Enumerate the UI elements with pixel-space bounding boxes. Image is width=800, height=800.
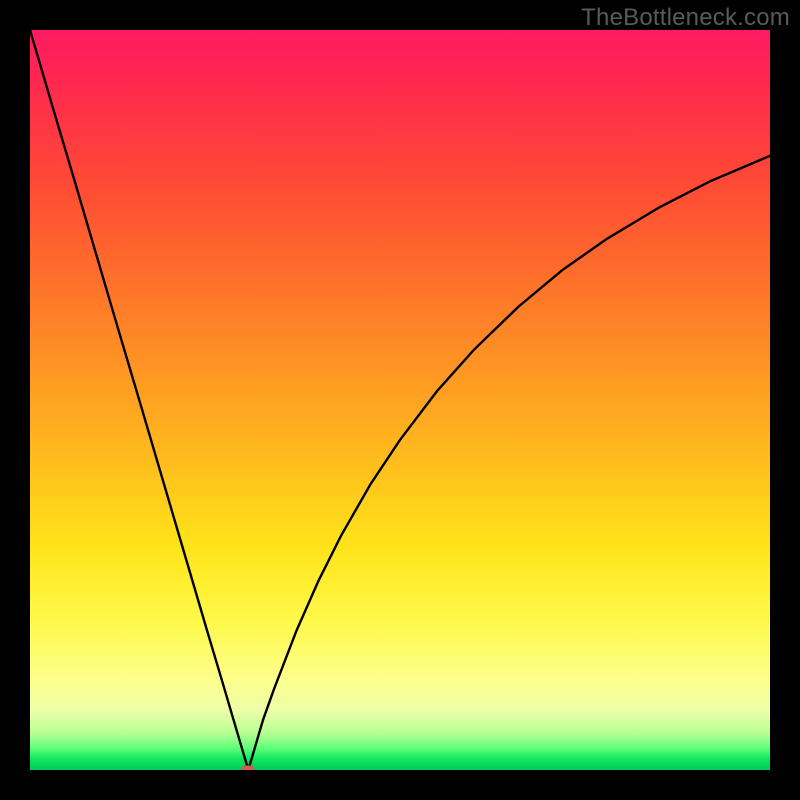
curve-layer — [30, 30, 770, 770]
watermark-text: TheBottleneck.com — [581, 4, 790, 32]
plot-area — [30, 30, 770, 770]
bottleneck-curve — [30, 30, 770, 770]
chart-container: TheBottleneck.com — [0, 0, 800, 800]
optimum-marker — [242, 766, 255, 771]
